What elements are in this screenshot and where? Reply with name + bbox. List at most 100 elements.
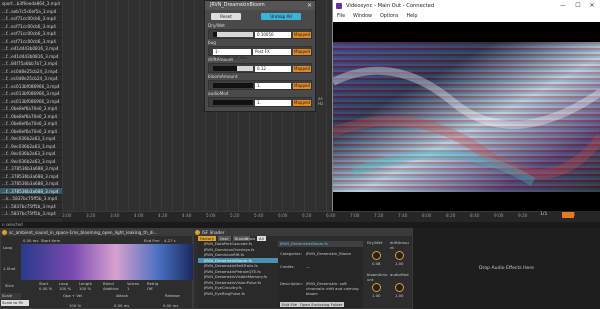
end-value[interactable]: 4.27 s: [164, 238, 176, 243]
shader-name: JRVN_DreamskinBloom.fs: [278, 241, 363, 247]
menu-item-options[interactable]: Options: [380, 12, 399, 22]
track-row[interactable]: ...f...9ec036b2a63_3.mp4: [0, 143, 62, 150]
track-row[interactable]: ...f...378536b3a688_3.mp4: [0, 165, 62, 173]
track-row[interactable]: ...f...ec013bf086966_3.mp4: [0, 83, 62, 90]
knob-value[interactable]: 1.00: [372, 293, 380, 298]
track-row[interactable]: ...f...0be8ef6a70e0_3.mp4: [0, 120, 62, 128]
param-value[interactable]: 0.10050: [255, 31, 291, 38]
mapped-button[interactable]: Mapped: [293, 65, 311, 72]
clip-param-value[interactable]: 100 %: [59, 286, 71, 291]
knob-value[interactable]: 1.00: [395, 293, 403, 298]
knob-value[interactable]: 0.08: [372, 261, 380, 266]
menu-item-window[interactable]: Window: [353, 12, 372, 22]
param-label: Dry/Wet: [208, 23, 225, 28]
clip-param-value[interactable]: 100 %: [79, 286, 91, 291]
track-row[interactable]: ...f...9ec036b2a63_3.mp4: [0, 135, 62, 143]
open-folder-button[interactable]: Open Enclosing Folder: [298, 302, 345, 307]
track-row[interactable]: ...f...ec013bf086966_3.mp4: [0, 98, 62, 105]
knob-value[interactable]: 1.00: [395, 261, 403, 266]
knob-dial[interactable]: [395, 251, 404, 260]
start-time-value[interactable]: 0.00 ms: [23, 238, 38, 243]
minimize-icon[interactable]: —: [556, 0, 570, 12]
track-row[interactable]: ...f...ec013bf086966_3.mp4: [0, 90, 62, 98]
clip-param-value[interactable]: Off: [147, 286, 153, 291]
opa-vel-value[interactable]: 100 %: [69, 303, 81, 308]
param-slider[interactable]: [213, 100, 253, 105]
param-value[interactable]: 1.: [255, 99, 291, 106]
track-row[interactable]: ...f...0be8ef6a70e0_3.mp4: [0, 113, 62, 120]
param-value[interactable]: 0.12: [255, 65, 291, 72]
timeline-ruler[interactable]: 3:00 3:20 3:40 4:00 4:20 4:40 5:00 5:20 5:40 6:00…: [62, 211, 600, 222]
mode-loop-label[interactable]: Loop: [3, 245, 12, 250]
knob-label: audioMod: [390, 272, 409, 277]
knob-dial[interactable]: [372, 283, 381, 292]
track-row[interactable]: ...f...378536b3a688_3.mp4: [0, 173, 62, 180]
param-tap-select[interactable]: Post FX: [253, 48, 291, 55]
param-slider[interactable]: [213, 83, 253, 88]
maximize-icon[interactable]: ☐: [571, 0, 585, 12]
attack-value[interactable]: 0.00 ms: [114, 303, 129, 308]
track-row[interactable]: ...f...0be8ef6a70e0_3.mp4: [0, 105, 62, 113]
track-row[interactable]: ...f...0be8ef6a70e0_3.mp4: [0, 128, 62, 135]
page-info: 1/1: [540, 212, 548, 217]
shader-file-item[interactable]: JRVN_EyeRingPulse.fs: [198, 291, 278, 297]
clip-param-value[interactable]: Additive: [103, 286, 119, 291]
param-slider[interactable]: [213, 66, 253, 71]
close-icon[interactable]: ✕: [585, 0, 599, 12]
track-row[interactable]: ...f...ecf71cc00cb6_3.mp4: [0, 30, 62, 38]
ruler-tick: 3:20: [86, 213, 96, 218]
drop-audio-effects-zone[interactable]: Drop Audio Effects Here: [413, 228, 600, 309]
clip-param-value[interactable]: 0.00 %: [39, 286, 52, 291]
shader-file-list[interactable]: JRVN_DataPortCascade.fs JRVN_DominionOver…: [198, 241, 278, 308]
track-row[interactable]: ...f...378536b3a688_3.mp4: [0, 187, 62, 195]
ruler-tick: 4:00: [134, 213, 144, 218]
track-row[interactable]: ...k...5837bc75ff5b_3.mp4: [0, 195, 62, 203]
power-icon[interactable]: [195, 230, 200, 235]
track-row[interactable]: ...f...ecf71cc00cb6_3.mp4: [0, 15, 62, 23]
track-row[interactable]: ...f...ecf71cc00cb6_3.mp4: [0, 38, 62, 45]
track-row[interactable]: ...f...e41d443b0816_3.mp4: [0, 45, 62, 53]
param-label: audioMod: [208, 91, 229, 96]
attack-label: Attack: [116, 293, 129, 298]
mapped-button[interactable]: Mapped: [293, 48, 311, 55]
track-row[interactable]: ...f...aeb7c5c6ef5a_3.mp4: [0, 8, 62, 15]
plugin-title-bar[interactable]: JRVN_DreamskinBloom ✕: [205, 1, 315, 10]
knob-dial[interactable]: [395, 283, 404, 292]
param-slider[interactable]: [213, 32, 253, 37]
track-row[interactable]: ...f...9ec036b2a63_3.mp4: [0, 150, 62, 158]
param-value[interactable]: 1.: [255, 82, 291, 89]
track-row[interactable]: ...l...5837bc75ff5b_3.mp4: [0, 203, 62, 210]
reset-button[interactable]: Reset: [211, 13, 241, 20]
power-icon[interactable]: [2, 230, 7, 235]
mapped-button[interactable]: Mapped: [293, 82, 311, 89]
video-title-bar[interactable]: Videosync - Main Out - Connected — ☐ ✕: [333, 0, 600, 12]
mapped-button[interactable]: Mapped: [293, 31, 311, 38]
knob-dial[interactable]: [372, 251, 381, 260]
mapped-button[interactable]: Mapped: [293, 99, 311, 106]
menu-item-file[interactable]: File: [337, 12, 345, 22]
param-source-select[interactable]: 1-sc_ambient_sou...: [213, 48, 251, 60]
param-label: bug: [208, 40, 216, 45]
release-value[interactable]: 0.00 ms: [163, 303, 178, 308]
track-row[interactable]: ...f...84f75a6bb7b7_3.mp4: [0, 60, 62, 68]
clip-device-title[interactable]: sc_ambient_sound_in_space-1ms_blooming_o…: [1, 229, 192, 236]
track-row[interactable]: sport...b3f6eeda864_3.mp4: [0, 0, 62, 8]
menu-item-help[interactable]: Help: [406, 12, 417, 22]
track-row[interactable]: ...f...378536b3a688_3.mp4: [0, 180, 62, 188]
isf-device-title[interactable]: ISF Shader: [194, 229, 412, 236]
track-row[interactable]: ...f...9ec036b2a63_3.mp4: [0, 158, 62, 165]
track-row[interactable]: ...f...e41d443b0816_3.mp4: [0, 53, 62, 60]
scale-mode-select[interactable]: Scale to Fit: [1, 300, 29, 306]
track-row[interactable]: ...f...ecf71cc00cb6_3.mp4: [0, 23, 62, 30]
shader-file-item[interactable]: JRVN_DreamskinVisibleMemory.fs: [198, 274, 278, 280]
one-shot-label[interactable]: 1-Shot: [3, 266, 15, 271]
close-icon[interactable]: ✕: [307, 2, 312, 9]
unmap-all-button[interactable]: Unmap All: [261, 13, 301, 20]
edit-file-button[interactable]: Edit File: [280, 302, 299, 307]
track-row[interactable]: ...l...5837bc75ff5b_3.mp4: [0, 210, 62, 218]
track-row[interactable]: ...f...ec0d8e25cb24_3.mp4: [0, 75, 62, 83]
clip-waveform-preview[interactable]: [21, 244, 193, 280]
track-row[interactable]: ...f...ec0d8e25cb24_3.mp4: [0, 68, 62, 75]
slice-label[interactable]: Slice: [5, 283, 14, 288]
clip-param-value[interactable]: 1: [127, 286, 129, 291]
